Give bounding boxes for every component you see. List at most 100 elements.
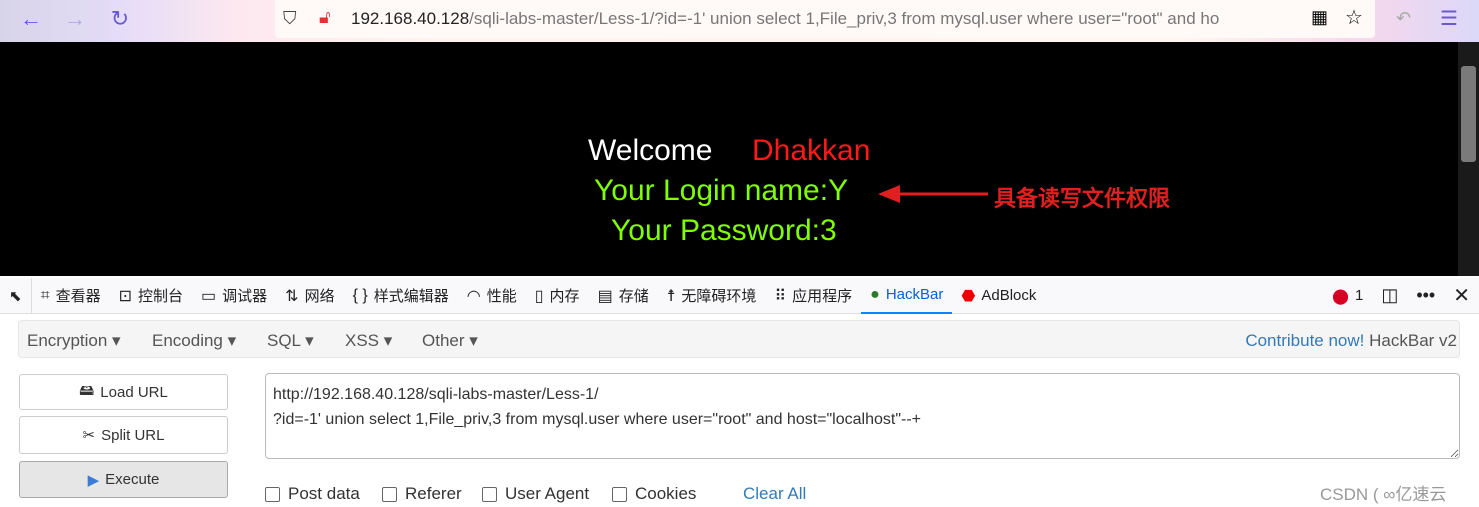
tab-label: 内存 [549, 288, 580, 305]
scissors-icon: ✂ [82, 427, 96, 444]
menu-sql[interactable]: SQL ▾ [267, 331, 314, 351]
tab-debugger[interactable]: ▭ 调试器 [192, 278, 276, 314]
split-url-button[interactable]: ✂ Split URL [19, 416, 228, 454]
tab-storage[interactable]: ▤ 存储 [589, 278, 658, 314]
menu-icon[interactable]: ☰ [1440, 6, 1458, 31]
menu-label: Encryption [27, 331, 108, 350]
close-icon[interactable]: ✕ [1444, 278, 1479, 314]
menu-label: SQL [267, 331, 301, 350]
annotation-text: 具备读写文件权限 [994, 186, 1171, 211]
console-icon: ⊡ [118, 287, 133, 305]
tab-hackbar[interactable]: ● HackBar [861, 278, 953, 314]
style-editor-icon: { } [352, 286, 368, 304]
hackbar-version: HackBar v2 [1369, 331, 1457, 350]
checkbox-label: User Agent [505, 484, 590, 503]
error-icon: ⬤ [1332, 287, 1349, 305]
tab-performance[interactable]: ◠ 性能 [458, 278, 526, 314]
user-agent-checkbox[interactable]: User Agent [482, 484, 589, 504]
insecure-lock-icon[interactable]: 🔓︎ [319, 7, 331, 28]
tab-style-editor[interactable]: { } 样式编辑器 [344, 278, 458, 314]
clear-all-link[interactable]: Clear All [743, 484, 806, 504]
adblock-icon: ⬣ [961, 287, 976, 305]
menu-other[interactable]: Other ▾ [422, 331, 478, 351]
tab-label: 性能 [486, 288, 517, 305]
name-text: Dhakkan [752, 134, 871, 167]
tab-label: 控制台 [138, 288, 184, 305]
tab-application[interactable]: ⠿ 应用程序 [765, 278, 861, 314]
play-icon: ▶ [87, 471, 100, 489]
bookmark-star-icon[interactable]: ☆ [1345, 5, 1363, 30]
load-url-icon: 🖴︎ [79, 381, 95, 399]
more-options-icon[interactable]: ••• [1407, 278, 1444, 314]
tab-console[interactable]: ⊡ 控制台 [110, 278, 192, 314]
tab-label: 无障碍环境 [681, 288, 757, 305]
tab-label: 查看器 [55, 288, 101, 305]
storage-icon: ▤ [597, 287, 613, 305]
button-label: Load URL [100, 383, 168, 401]
menu-label: Other [422, 331, 465, 350]
cookies-checkbox[interactable]: Cookies [612, 484, 696, 504]
checkbox-box[interactable] [265, 486, 280, 502]
memory-icon: ▯ [534, 287, 544, 305]
checkbox-label: Referer [405, 484, 462, 503]
button-label: Execute [105, 471, 160, 488]
shield-icon[interactable]: ⛉ [283, 8, 297, 29]
devtools-toolbar: ⬉ ⌗ 查看器 ⊡ 控制台 ▭ 调试器 ⇅ 网络 { } 样式编辑器 ◠ 性能 ▯ 内存 ▤ 存… [0, 277, 1479, 314]
checkbox-box[interactable] [382, 486, 397, 502]
tab-label: 调试器 [222, 288, 268, 305]
tab-label: 样式编辑器 [373, 288, 449, 305]
element-picker-icon[interactable]: ⬉ [0, 277, 32, 314]
tab-inspector[interactable]: ⌗ 查看器 [32, 278, 110, 314]
browser-toolbar: ← → ↻ ⛉ 🔓︎ 192.168.40.128/sqli-labs-mast… [0, 0, 1479, 42]
tab-label: 应用程序 [792, 288, 853, 305]
scrollbar-thumb[interactable] [1461, 66, 1476, 162]
debugger-icon: ▭ [201, 287, 217, 305]
performance-icon: ◠ [466, 287, 481, 305]
watermark: CSDN ( ∞亿速云 [1320, 485, 1447, 504]
tab-memory[interactable]: ▯ 内存 [526, 278, 589, 314]
menu-encoding[interactable]: Encoding ▾ [152, 331, 236, 351]
button-label: Split URL [101, 426, 165, 444]
contribute-link[interactable]: Contribute now! [1245, 331, 1364, 350]
tab-label: 存储 [618, 288, 649, 305]
error-count[interactable]: ⬤ 1 [1323, 278, 1372, 314]
reload-icon[interactable]: ↻ [105, 6, 135, 32]
tab-label: HackBar [885, 286, 944, 303]
checkbox-box[interactable] [612, 486, 627, 502]
menu-label: XSS [345, 331, 380, 350]
forward-icon[interactable]: → [60, 6, 90, 32]
undo-icon[interactable]: ↶ [1396, 8, 1411, 29]
error-count-text: 1 [1354, 287, 1364, 304]
welcome-text: Welcome [588, 134, 713, 167]
qr-code-icon[interactable]: ▦ [1311, 7, 1328, 28]
accessibility-icon: ☨ [666, 287, 676, 305]
back-icon[interactable]: ← [16, 6, 46, 32]
responsive-design-icon[interactable]: ◫ [1372, 278, 1407, 314]
execute-button[interactable]: ▶ Execute [19, 461, 228, 498]
checkbox-box[interactable] [482, 486, 497, 502]
arrow-annotation [878, 185, 988, 203]
inspector-icon: ⌗ [40, 286, 50, 304]
url-text[interactable]: 192.168.40.128/sqli-labs-master/Less-1/?… [351, 9, 1291, 29]
url-path: /sqli-labs-master/Less-1/?id=-1' union s… [469, 9, 1220, 28]
menu-xss[interactable]: XSS ▾ [345, 331, 392, 351]
checkbox-label: Cookies [635, 484, 697, 503]
url-input[interactable]: http://192.168.40.128/sqli-labs-master/L… [265, 373, 1460, 459]
checkbox-label: Post data [288, 484, 360, 503]
url-host: 192.168.40.128 [351, 9, 470, 28]
tab-label: AdBlock [981, 287, 1037, 304]
login-name-text: Your Login name:Y [594, 174, 849, 207]
page-content: Welcome Dhakkan Your Login name:Y Your P… [0, 42, 1458, 276]
hackbar-menu: Encryption ▾ Encoding ▾ SQL ▾ XSS ▾ Othe… [18, 320, 1460, 358]
tab-network[interactable]: ⇅ 网络 [276, 278, 343, 314]
application-icon: ⠿ [774, 287, 787, 305]
post-data-checkbox[interactable]: Post data [265, 484, 360, 504]
tab-accessibility[interactable]: ☨ 无障碍环境 [658, 278, 766, 314]
menu-label: Encoding [152, 331, 223, 350]
menu-encryption[interactable]: Encryption ▾ [27, 331, 121, 351]
url-bar[interactable]: ⛉ 🔓︎ 192.168.40.128/sqli-labs-master/Les… [275, 0, 1375, 38]
referer-checkbox[interactable]: Referer [382, 484, 462, 504]
load-url-button[interactable]: 🖴︎ Load URL [19, 374, 228, 410]
tab-adblock[interactable]: ⬣ AdBlock [952, 278, 1045, 314]
network-icon: ⇅ [285, 287, 299, 305]
